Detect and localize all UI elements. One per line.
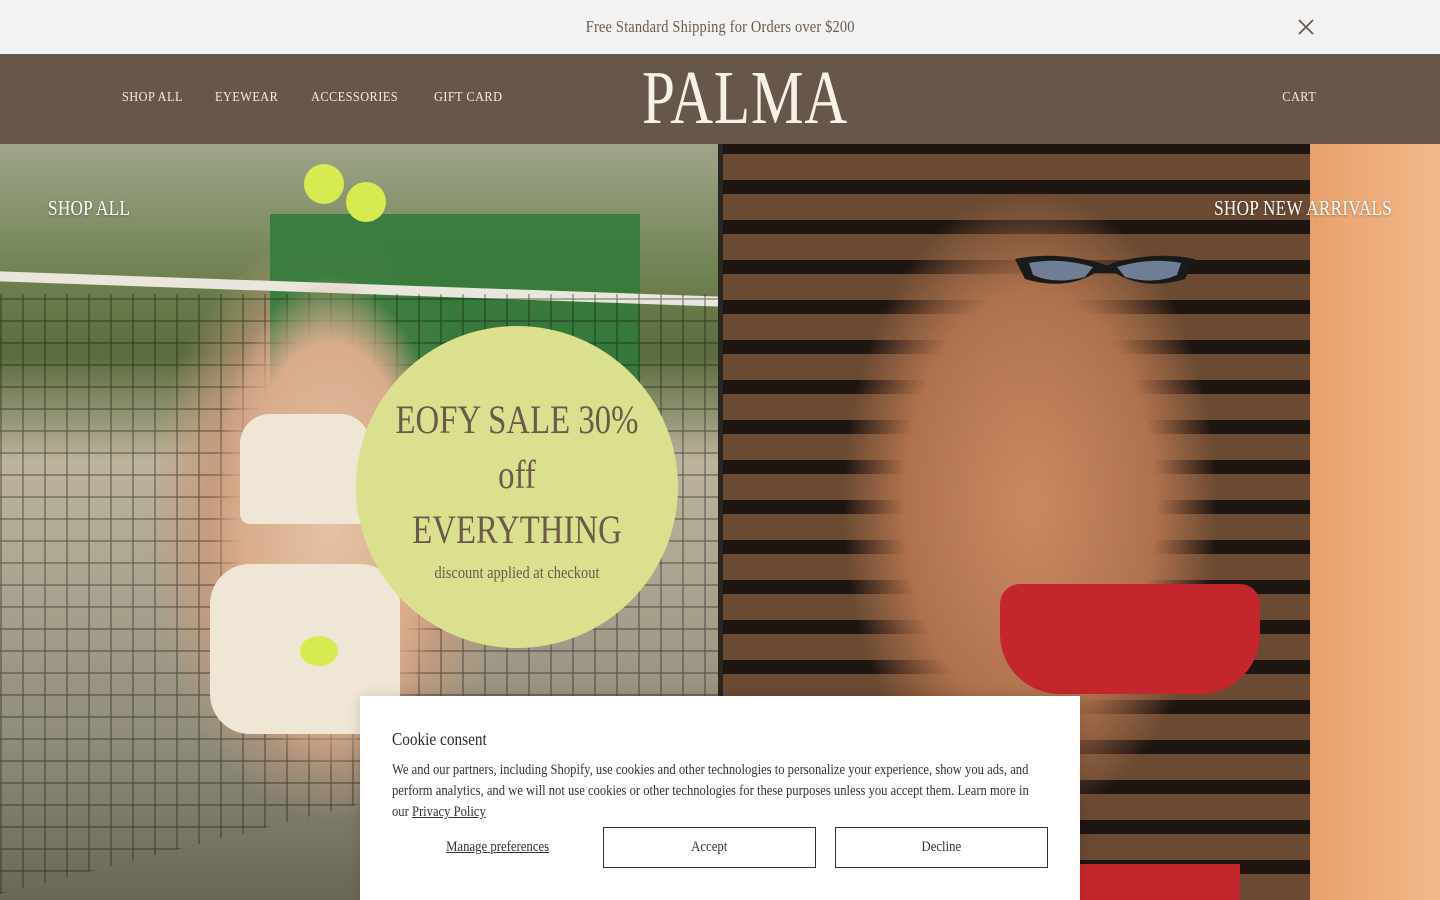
manage-preferences-button[interactable]: Manage preferences bbox=[392, 827, 603, 868]
main-nav: SHOP ALL EYEWEAR ACCESSORIES GIFT CARD bbox=[122, 90, 536, 106]
sale-badge-subtitle: discount applied at checkout bbox=[434, 562, 600, 582]
sale-badge[interactable]: EOFY SALE 30% off EVERYTHING discount ap… bbox=[356, 326, 678, 648]
sale-badge-title: EOFY SALE 30% off EVERYTHING bbox=[395, 396, 639, 552]
bikini-top bbox=[1000, 584, 1260, 694]
cookie-consent-dialog: Cookie consent We and our partners, incl… bbox=[360, 696, 1080, 900]
tennis-ball bbox=[304, 164, 344, 204]
cart-link[interactable]: CART bbox=[1282, 90, 1316, 106]
cookie-body-text: We and our partners, including Shopify, … bbox=[392, 762, 1029, 820]
nav-gift-card[interactable]: GIFT CARD bbox=[434, 90, 502, 106]
announcement-text: Free Standard Shipping for Orders over $… bbox=[585, 17, 855, 36]
outfit-top bbox=[240, 414, 370, 524]
site-header: SHOP ALL EYEWEAR ACCESSORIES GIFT CARD P… bbox=[0, 54, 1440, 144]
manage-preferences-label: Manage preferences bbox=[445, 839, 549, 855]
cookie-body: We and our partners, including Shopify, … bbox=[392, 760, 1047, 823]
decline-button[interactable]: Decline bbox=[835, 827, 1048, 868]
decline-label: Decline bbox=[921, 839, 962, 855]
site-logo[interactable]: PALMA bbox=[642, 58, 847, 138]
announcement-bar: Free Standard Shipping for Orders over $… bbox=[0, 0, 1440, 54]
privacy-policy-link[interactable]: Privacy Policy bbox=[412, 804, 486, 820]
hero-shop-new-arrivals-link[interactable]: SHOP NEW ARRIVALS bbox=[1214, 196, 1392, 221]
nav-accessories[interactable]: ACCESSORIES bbox=[311, 90, 398, 106]
nav-shop-all[interactable]: SHOP ALL bbox=[122, 90, 183, 106]
sunglasses-shape bbox=[1015, 255, 1195, 284]
close-icon[interactable] bbox=[1296, 17, 1316, 37]
accept-button[interactable]: Accept bbox=[603, 827, 816, 868]
accept-label: Accept bbox=[691, 839, 728, 855]
nav-eyewear[interactable]: EYEWEAR bbox=[215, 90, 278, 106]
cookie-title: Cookie consent bbox=[392, 729, 487, 749]
hero-shop-all-link[interactable]: SHOP ALL bbox=[48, 196, 130, 221]
tennis-ball bbox=[300, 636, 338, 666]
tennis-ball bbox=[346, 182, 386, 222]
booth-wall bbox=[1310, 144, 1440, 900]
